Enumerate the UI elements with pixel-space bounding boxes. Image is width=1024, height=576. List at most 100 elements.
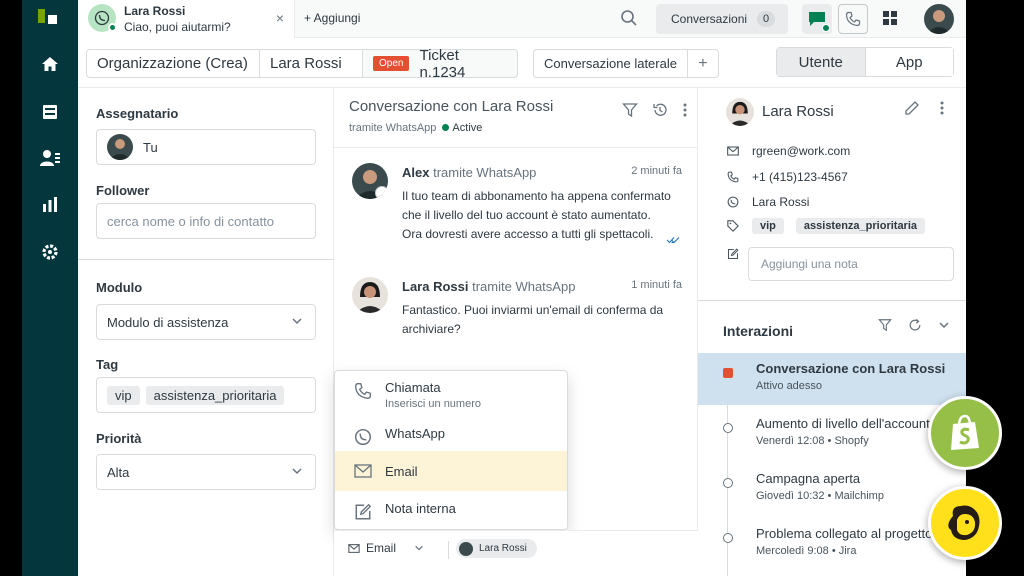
priority-select[interactable]: Alta [96,454,316,490]
follower-search-input[interactable]: cerca nome o info di contatto [96,203,316,239]
user-avatar [726,98,754,126]
message-author-avatar [352,277,388,313]
tags-field[interactable]: vip assistenza_prioritaria [96,377,316,413]
refresh-icon[interactable] [908,318,922,332]
kebab-menu-icon[interactable] [682,102,688,118]
side-conversation-button[interactable]: Conversazione laterale [534,50,688,77]
menu-item-email[interactable]: Email [335,451,567,491]
agent-badge-icon [375,186,388,199]
ticket-properties-pane: Assegnatario Tu Follower cerca nome o in… [78,88,334,576]
user-phone[interactable]: +1 (415)123-4567 [752,170,848,184]
tab-user[interactable]: Utente [777,48,865,76]
history-icon[interactable] [652,102,668,118]
side-conversation-control: Conversazione laterale + [533,49,719,78]
chat-online-dot [822,24,830,32]
reporting-icon[interactable] [38,193,62,217]
interaction-item[interactable]: Conversazione con Lara Rossi Attivo ades… [698,353,966,405]
assignee-avatar [107,134,133,160]
interaction-meta: Giovedì 10:32 • Mailchimp [756,490,884,502]
timeline-marker [723,478,733,488]
interactions-title: Interazioni [723,323,793,339]
chat-status-button[interactable] [802,4,832,34]
assignee-label: Assegnatario [96,106,178,121]
mail-icon [353,464,373,478]
kebab-menu-icon[interactable] [939,100,945,116]
settings-gear-icon[interactable] [38,240,62,264]
tag-pill[interactable]: vip [752,218,784,234]
shopify-logo-icon [928,396,1002,470]
filter-icon[interactable] [878,318,892,332]
tag-pill[interactable]: vip [107,386,140,405]
filter-icon[interactable] [622,102,638,118]
section-divider [78,259,334,260]
message-author-avatar [352,163,388,199]
breadcrumb-ticket[interactable]: Open Ticket n.1234 [362,49,518,78]
interaction-item[interactable]: Campagna aperta Giovedì 10:32 • Mailchim… [698,463,966,515]
tag-pill[interactable]: assistenza_prioritaria [146,386,285,405]
breadcrumb-organization[interactable]: Organizzazione (Crea) [86,49,260,78]
user-tags-row: vip assistenza_prioritaria [726,218,931,234]
search-icon[interactable] [620,9,638,32]
conversation-title: Conversazione con Lara Rossi [349,98,553,115]
interaction-title: Problema collegato al progetto [756,526,932,541]
conversations-count-badge: 0 [757,11,775,27]
online-status-dot [108,23,117,32]
chevron-down-icon [291,315,303,327]
talk-phone-button[interactable] [838,4,868,34]
timeline-marker [723,423,733,433]
menu-item-internal-note[interactable]: Nota interna [335,501,567,527]
mailchimp-logo-icon [928,486,1002,560]
priority-label: Priorità [96,431,142,446]
user-whatsapp[interactable]: Lara Rossi [752,195,809,209]
zendesk-logo-icon[interactable] [36,7,64,31]
menu-item-sublabel: Inserisci un numero [385,398,481,410]
user-email[interactable]: rgreen@work.com [752,144,850,158]
home-icon[interactable] [38,52,62,76]
app-window: Lara Rossi Ciao, puoi aiutarmi? × + Aggi… [22,0,966,576]
note-icon [353,503,373,521]
mail-icon [727,146,739,156]
message-timestamp: 2 minuti fa [631,165,682,177]
breadcrumb-user[interactable]: Lara Rossi [259,49,363,78]
apps-grid-icon[interactable] [882,10,898,31]
close-tab-icon[interactable]: × [276,10,284,26]
chevron-down-icon [291,465,303,477]
conversations-button[interactable]: Conversazioni 0 [656,4,788,34]
recipient-chip[interactable]: Lara Rossi [456,539,537,558]
tab-apps[interactable]: App [865,48,954,76]
tag-pill[interactable]: assistenza_prioritaria [796,218,925,234]
message-author-name: Alex [402,165,429,180]
follower-label: Follower [96,183,149,198]
menu-item-call[interactable]: Chiamata Inserisci un numero [335,380,567,420]
agent-avatar[interactable] [924,4,954,34]
mail-icon [348,544,360,553]
breadcrumb-bar: Organizzazione (Crea) Lara Rossi Open Ti… [78,38,966,88]
chevron-down-icon[interactable] [938,318,950,332]
interaction-meta: Venerdì 12:08 • Shopfy [756,435,869,447]
menu-item-whatsapp[interactable]: WhatsApp [335,426,567,452]
add-note-input[interactable]: Aggiungi una nota [748,247,954,281]
zendesk-conversation-icon [723,368,733,378]
customers-icon[interactable] [38,146,62,170]
channel-switcher[interactable]: Email [348,541,424,555]
menu-item-label: Chiamata [385,380,481,395]
views-icon[interactable] [38,100,62,124]
assignee-field[interactable]: Tu [96,129,316,165]
conversation-channel: tramite WhatsApp [349,122,436,134]
user-phone-row: +1 (415)123-4567 [726,170,848,184]
channel-menu: Chiamata Inserisci un numero WhatsApp Em… [334,370,568,530]
user-email-row: rgreen@work.com [726,144,850,158]
form-select[interactable]: Modulo di assistenza [96,304,316,340]
whatsapp-icon [727,196,739,208]
priority-select-value: Alta [107,465,129,480]
composer-divider [448,541,449,559]
add-tab-button[interactable]: + Aggiungi [304,11,360,25]
ticket-tab-lara-rossi[interactable]: Lara Rossi Ciao, puoi aiutarmi? × [78,0,295,38]
note-icon [727,248,739,260]
interaction-item[interactable]: Aumento di livello dell'account Venerdì … [698,408,966,460]
interaction-item[interactable]: Problema collegato al progetto Mercoledì… [698,518,966,570]
conversation-subtitle: tramite WhatsAppActive [349,122,482,134]
add-side-conversation-button[interactable]: + [688,55,718,73]
edit-pencil-icon[interactable] [904,100,920,116]
user-context-panel: Lara Rossi rgreen@work.com +1 (415)123-4… [698,88,966,576]
